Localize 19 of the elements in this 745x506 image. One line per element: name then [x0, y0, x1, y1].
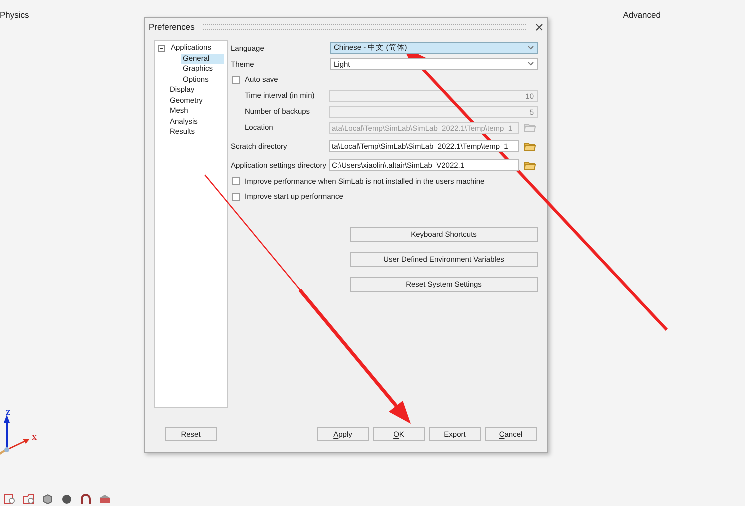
dialog-title: Preferences — [149, 22, 195, 32]
close-icon[interactable] — [536, 24, 543, 30]
ribbon-label: Physics — [0, 10, 30, 22]
drag-grip[interactable] — [202, 24, 526, 30]
magnet-icon[interactable] — [80, 494, 92, 504]
collapse-icon[interactable] — [158, 44, 165, 52]
sphere-icon[interactable] — [61, 494, 73, 504]
checkbox[interactable] — [232, 76, 240, 84]
chevron-icon — [528, 62, 534, 66]
box-icon[interactable] — [99, 494, 111, 504]
chevron-icon — [528, 46, 534, 50]
page-icon[interactable] — [4, 494, 16, 504]
folder-icon[interactable] — [524, 142, 536, 150]
folder-icon[interactable] — [524, 160, 536, 170]
folder-icon[interactable] — [23, 494, 35, 504]
cube-icon[interactable] — [42, 494, 54, 504]
checkbox[interactable] — [232, 177, 240, 186]
ribbon-label: Advanced — [623, 10, 661, 22]
checkbox[interactable] — [232, 192, 240, 201]
